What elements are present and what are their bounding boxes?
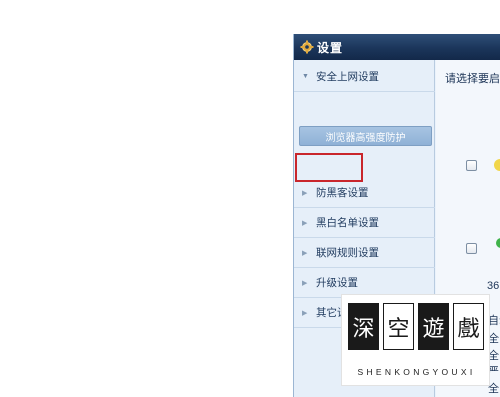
content-prompt: 请选择要启 [445, 73, 500, 85]
shield-status-icon [496, 238, 500, 248]
chevron-right-icon: ▶ [302, 279, 308, 287]
watermark-subtitle: SHENKONGYOUXI [357, 367, 476, 377]
sidebar-item-label: 联网规则设置 [316, 247, 379, 259]
sidebar-item-blacklist-whitelist[interactable]: ▶ 黑白名单设置 [294, 208, 435, 238]
chevron-right-icon: ▶ [302, 189, 308, 197]
watermark-char: 深 [348, 303, 379, 350]
gear-icon [300, 40, 314, 54]
watermark-characters: 深 空 遊 戲 [348, 303, 484, 350]
sidebar-item-label: 安全上网设置 [316, 71, 379, 83]
sidebar-item-anti-hacker[interactable]: ▶ 防黑客设置 [294, 178, 435, 208]
chevron-right-icon: ▶ [302, 219, 308, 227]
annotation-highlight-box [295, 153, 363, 182]
option-checkbox[interactable] [466, 243, 477, 254]
sidebar-item-network-rules[interactable]: ▶ 联网规则设置 [294, 238, 435, 268]
chevron-right-icon: ▶ [302, 249, 308, 257]
browser-protection-button[interactable]: 浏览器高强度防护 [299, 126, 432, 146]
watermark-char: 遊 [418, 303, 449, 350]
option-checkbox[interactable] [466, 160, 477, 171]
chevron-down-icon: ▼ [302, 73, 309, 80]
chevron-right-icon: ▶ [302, 309, 308, 317]
watermark-char: 空 [383, 303, 414, 350]
window-titlebar[interactable]: 设置 [294, 34, 500, 60]
shield-status-icon [494, 159, 500, 171]
sidebar-item-label: 升级设置 [316, 277, 358, 289]
watermark-char: 戲 [453, 303, 484, 350]
sidebar-item-safe-browsing[interactable]: ▼ 安全上网设置 [294, 62, 435, 92]
watermark-logo: 深 空 遊 戲 SHENKONGYOUXI [341, 294, 490, 386]
sidebar-item-label: 黑白名单设置 [316, 217, 379, 229]
content-text: 36 [487, 280, 500, 292]
window-title: 设置 [317, 40, 344, 55]
sidebar-item-label: 防黑客设置 [316, 187, 369, 199]
